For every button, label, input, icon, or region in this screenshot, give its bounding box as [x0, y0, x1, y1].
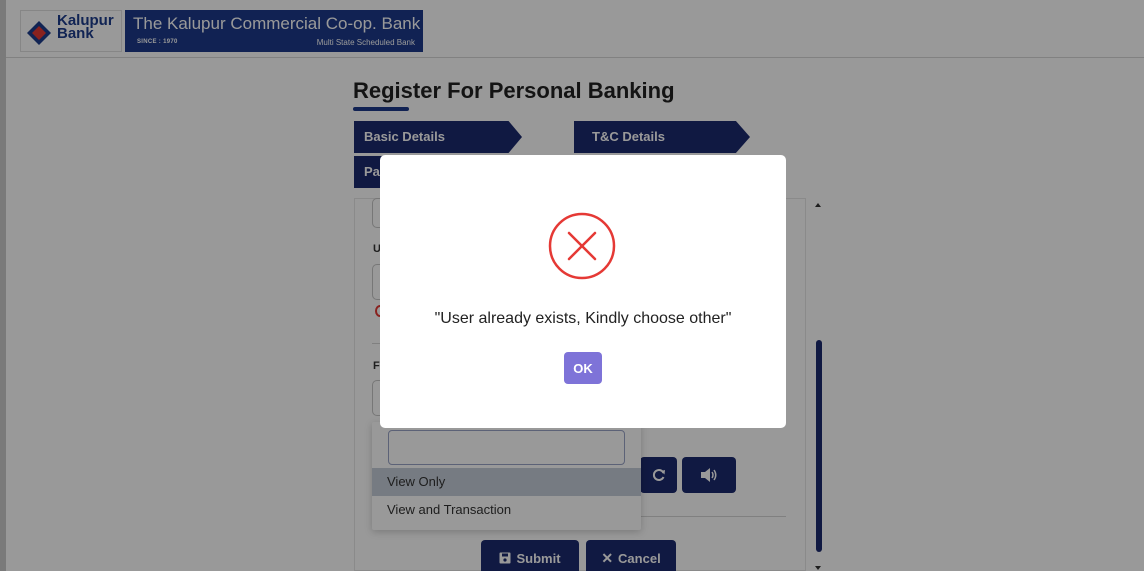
- ok-button[interactable]: OK: [564, 352, 602, 384]
- error-circle-x-icon: [548, 212, 616, 280]
- error-dialog: "User already exists, Kindly choose othe…: [380, 155, 786, 428]
- left-edge-bar: [0, 0, 6, 571]
- dialog-message: "User already exists, Kindly choose othe…: [434, 310, 732, 327]
